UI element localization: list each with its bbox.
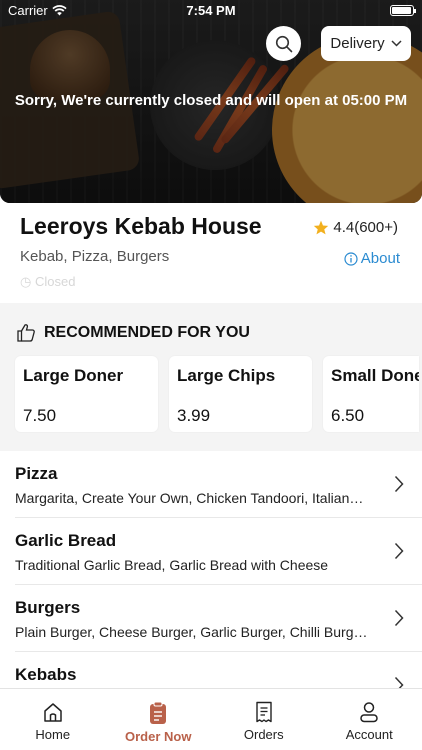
category-row[interactable]: Pizza Margarita, Create Your Own, Chicke… <box>15 451 422 518</box>
thumbs-up-icon <box>17 324 35 342</box>
about-link[interactable]: About <box>344 250 400 267</box>
chevron-down-icon <box>391 40 402 47</box>
account-icon <box>360 702 378 723</box>
category-description: Margarita, Create Your Own, Chicken Tand… <box>15 490 364 506</box>
tab-label: Account <box>345 727 393 742</box>
category-list: Pizza Margarita, Create Your Own, Chicke… <box>0 451 422 719</box>
item-price: 7.50 <box>23 406 57 425</box>
recommended-header: RECOMMENDED FOR YOU <box>16 323 250 342</box>
tab-label: Home <box>35 727 71 742</box>
recommended-title: RECOMMENDED FOR YOU <box>44 323 250 341</box>
delivery-mode-select[interactable]: Delivery <box>321 26 411 61</box>
item-name: Large Chips <box>177 366 276 385</box>
clock-icon: ◷ <box>20 274 35 289</box>
chevron-right-icon <box>394 609 404 627</box>
category-row[interactable]: Garlic Bread Traditional Garlic Bread, G… <box>15 518 422 585</box>
open-status-label: Closed <box>34 274 76 289</box>
category-title: Burgers <box>15 598 81 617</box>
item-price: 6.50 <box>331 406 365 425</box>
tab-order-now[interactable]: Order Now <box>106 689 212 750</box>
category-title: Kebabs <box>15 665 77 684</box>
status-bar: Carrier 7:54 PM <box>0 0 422 22</box>
recommended-section: RECOMMENDED FOR YOU Large Doner 7.50 Lar… <box>0 303 422 451</box>
recommended-item[interactable]: Large Doner 7.50 <box>15 356 158 432</box>
item-name: Large Doner <box>23 366 124 385</box>
category-title: Pizza <box>15 464 58 483</box>
category-description: Plain Burger, Cheese Burger, Garlic Burg… <box>15 624 368 640</box>
chevron-right-icon <box>394 542 404 560</box>
delivery-label: Delivery <box>330 35 385 52</box>
home-icon <box>44 703 62 722</box>
info-icon <box>344 251 358 266</box>
search-icon <box>275 35 292 52</box>
rating-value: 4.4(600+) <box>333 219 398 236</box>
cuisine-list: Kebab, Pizza, Burgers <box>20 248 170 265</box>
about-label: About <box>360 250 400 267</box>
restaurant-info: Leeroys Kebab House 4.4(600+) Kebab, Piz… <box>0 203 422 303</box>
closed-message: Sorry, We're currently closed and will o… <box>14 92 408 109</box>
search-button[interactable] <box>266 26 301 61</box>
tab-label: Order Now <box>125 729 192 744</box>
receipt-icon <box>256 701 272 723</box>
tab-home[interactable]: Home <box>0 689 106 750</box>
tab-orders[interactable]: Orders <box>211 689 317 750</box>
bottom-tab-bar: Home Order Now Orders Account <box>0 688 422 750</box>
category-row[interactable]: Burgers Plain Burger, Cheese Burger, Gar… <box>15 585 422 652</box>
tab-account[interactable]: Account <box>317 689 422 750</box>
open-status: ◷ Closed <box>20 274 75 290</box>
star-icon <box>314 220 329 235</box>
restaurant-name: Leeroys Kebab House <box>20 213 262 239</box>
chevron-right-icon <box>394 475 404 493</box>
item-price: 3.99 <box>177 406 211 425</box>
item-name: Small Doner <box>331 366 419 385</box>
category-title: Garlic Bread <box>15 531 117 550</box>
clock: 7:54 PM <box>186 3 236 18</box>
category-description: Traditional Garlic Bread, Garlic Bread w… <box>15 557 329 573</box>
battery-icon <box>390 5 416 16</box>
order-icon <box>150 701 167 724</box>
recommended-list: Large Doner 7.50 Large Chips 3.99 Small … <box>15 356 419 432</box>
recommended-item[interactable]: Small Doner 6.50 <box>323 356 419 432</box>
recommended-item[interactable]: Large Chips 3.99 <box>169 356 312 432</box>
rating: 4.4(600+) <box>313 219 398 236</box>
tab-label: Orders <box>243 727 284 742</box>
